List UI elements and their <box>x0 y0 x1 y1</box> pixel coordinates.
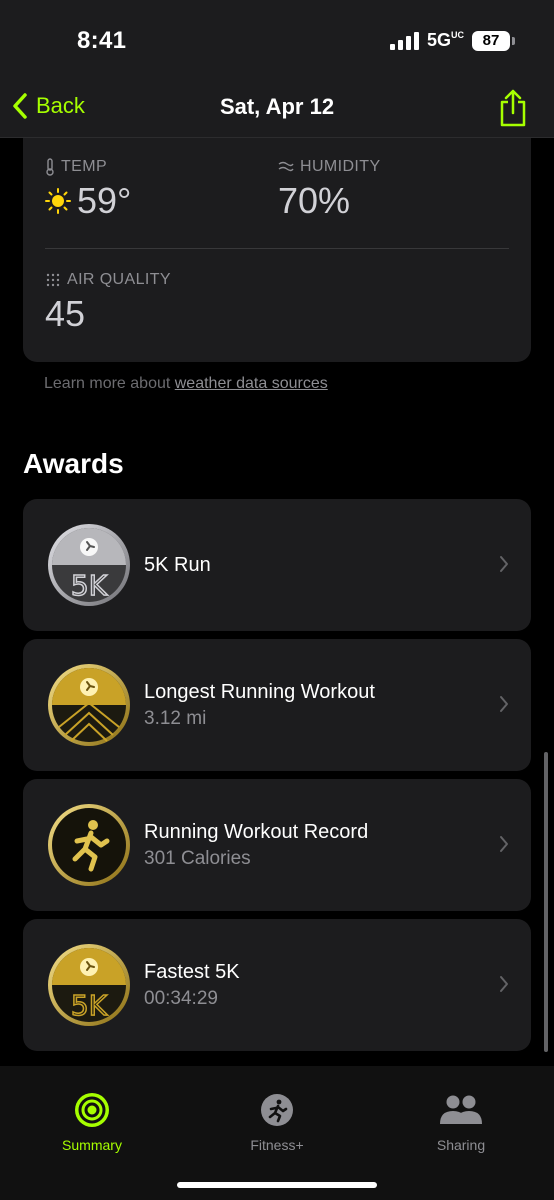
award-subtitle: 00:34:29 <box>144 988 218 1009</box>
share-icon <box>500 89 526 127</box>
temp-block: TEMP 59° <box>45 158 131 222</box>
chevron-right-icon <box>500 556 508 572</box>
air-quality-icon <box>46 273 60 287</box>
tab-bar: Summary Fitness+ Sharing <box>0 1066 554 1200</box>
share-button[interactable] <box>498 88 528 133</box>
network-type: 5GUC <box>426 30 464 50</box>
chevron-right-icon <box>500 976 508 992</box>
status-time: 8:41 <box>77 27 127 54</box>
weather-divider <box>45 248 509 249</box>
air-quality-label: AIR QUALITY <box>67 271 171 288</box>
award-card-running-record[interactable]: Running Workout Record 301 Calories <box>23 779 531 911</box>
status-bar: 8:41 5GUC 87 <box>0 0 554 80</box>
scrollbar[interactable] <box>544 752 548 1052</box>
thermometer-icon <box>46 158 54 176</box>
award-subtitle: 3.12 mi <box>144 708 207 729</box>
status-indicators: 5GUC 87 <box>389 30 515 51</box>
humidity-icon <box>278 161 294 172</box>
home-indicator <box>177 1182 377 1188</box>
weather-card: TEMP 59° HUMIDITY 70% AIR QUALITY 45 <box>23 138 531 362</box>
battery-icon: 87 <box>472 30 515 51</box>
award-card-fastest-5k[interactable]: 5K Fastest 5K 00:34:29 <box>23 919 531 1051</box>
runner-icon <box>261 1094 293 1126</box>
air-quality-value: 45 <box>45 293 86 334</box>
award-title: Longest Running Workout <box>144 681 375 703</box>
air-quality-block: AIR QUALITY 45 <box>45 271 171 335</box>
award-title: Running Workout Record <box>144 821 369 843</box>
tab-sharing[interactable]: Sharing <box>396 1092 526 1153</box>
award-subtitle: 301 Calories <box>144 848 251 869</box>
tab-summary[interactable]: Summary <box>27 1092 157 1153</box>
humidity-block: HUMIDITY 70% <box>278 158 381 222</box>
svg-text:5K: 5K <box>71 569 108 602</box>
gold-5k-medal-icon: 5K <box>48 944 130 1026</box>
sun-icon <box>45 188 71 214</box>
award-text: Fastest 5K 00:34:29 <box>144 961 240 1010</box>
page-title: Sat, Apr 12 <box>219 94 335 119</box>
award-text: 5K Run <box>144 554 211 577</box>
chevron-right-icon <box>500 696 508 712</box>
tab-summary-label: Summary <box>62 1137 122 1153</box>
award-title: Fastest 5K <box>144 961 240 983</box>
weather-note: Learn more about weather data sources <box>44 375 328 392</box>
humidity-label: HUMIDITY <box>300 158 381 175</box>
award-text: Longest Running Workout 3.12 mi <box>144 681 375 730</box>
award-title: 5K Run <box>144 554 211 576</box>
award-card-longest-running[interactable]: Longest Running Workout 3.12 mi <box>23 639 531 771</box>
awards-title: Awards <box>23 448 124 479</box>
svg-text:5K: 5K <box>71 989 108 1022</box>
gold-longest-medal-icon <box>48 664 130 746</box>
temp-value: 59° <box>77 180 132 221</box>
humidity-value: 70% <box>278 180 351 221</box>
activity-rings-icon <box>75 1093 109 1127</box>
award-text: Running Workout Record 301 Calories <box>144 821 368 870</box>
signal-icon <box>389 31 419 50</box>
gold-record-medal-icon <box>48 804 130 886</box>
chevron-right-icon <box>500 836 508 852</box>
tab-fitness-plus[interactable]: Fitness+ <box>212 1092 342 1153</box>
award-card-5k-run[interactable]: 5K 5K Run <box>23 499 531 631</box>
tab-fitness-plus-label: Fitness+ <box>250 1137 304 1153</box>
people-icon <box>440 1095 482 1124</box>
weather-sources-link[interactable]: weather data sources <box>175 375 328 392</box>
silver-5k-medal-icon: 5K <box>48 524 130 606</box>
tab-sharing-label: Sharing <box>436 1137 486 1153</box>
navigation-bar: Back Sat, Apr 12 <box>0 80 554 138</box>
temp-label: TEMP <box>61 158 108 175</box>
